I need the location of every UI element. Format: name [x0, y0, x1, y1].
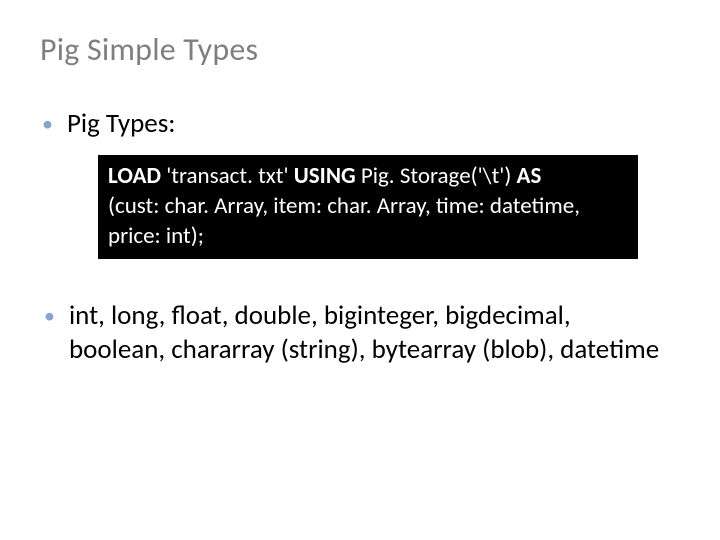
kw-using: USING: [294, 162, 356, 190]
kw-load: LOAD: [108, 162, 161, 190]
code-line-3: price: int);: [108, 221, 628, 251]
code-block: LOAD 'transact. txt' USING Pig. Storage(…: [98, 155, 638, 259]
bullet-dot-icon: •: [44, 299, 55, 333]
code-file: 'transact. txt': [161, 162, 294, 190]
bullet-1-text: Pig Types:: [67, 107, 176, 141]
kw-as: AS: [517, 162, 542, 190]
bullet-item-2: • int, long, float, double, biginteger, …: [42, 299, 680, 367]
slide-title: Pig Simple Types: [40, 30, 680, 69]
code-line-2: (cust: char. Array, item: char. Array, t…: [108, 191, 628, 221]
slide: Pig Simple Types • Pig Types: LOAD 'tran…: [0, 0, 720, 540]
bullet-2-text: int, long, float, double, biginteger, bi…: [69, 299, 669, 367]
code-line-1: LOAD 'transact. txt' USING Pig. Storage(…: [108, 161, 628, 191]
bullet-item-1: • Pig Types:: [40, 107, 680, 141]
bullet-dot-icon: •: [42, 107, 53, 141]
code-storage: Pig. Storage('\t'): [356, 162, 517, 190]
